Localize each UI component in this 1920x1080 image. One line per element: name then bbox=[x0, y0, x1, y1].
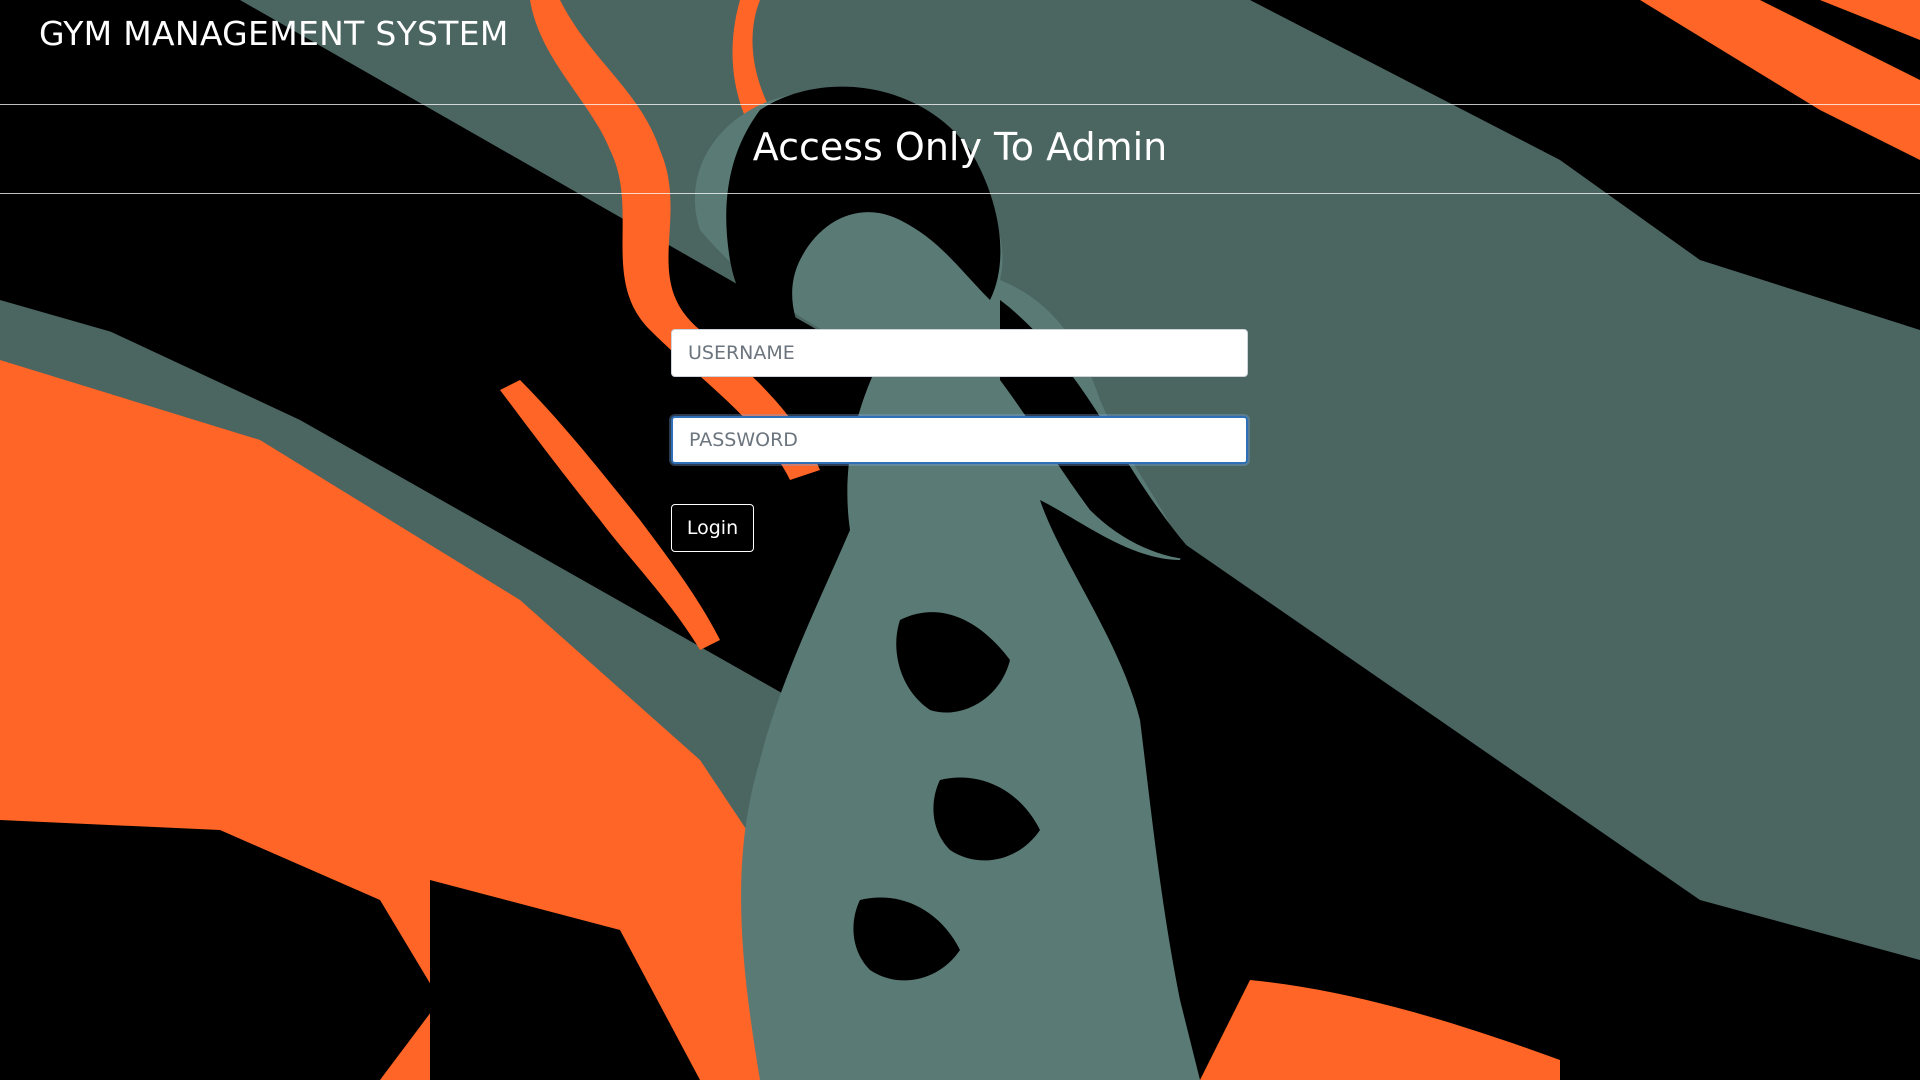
banner-divider-top bbox=[0, 104, 1920, 105]
login-button[interactable]: Login bbox=[671, 504, 754, 552]
banner-divider-bottom bbox=[0, 193, 1920, 194]
password-input[interactable] bbox=[671, 416, 1248, 464]
login-page: GYM MANAGEMENT SYSTEM Access Only To Adm… bbox=[0, 0, 1920, 1080]
page-heading: Access Only To Admin bbox=[752, 125, 1168, 169]
brand-title: GYM MANAGEMENT SYSTEM bbox=[39, 14, 509, 53]
username-input[interactable] bbox=[671, 329, 1248, 377]
